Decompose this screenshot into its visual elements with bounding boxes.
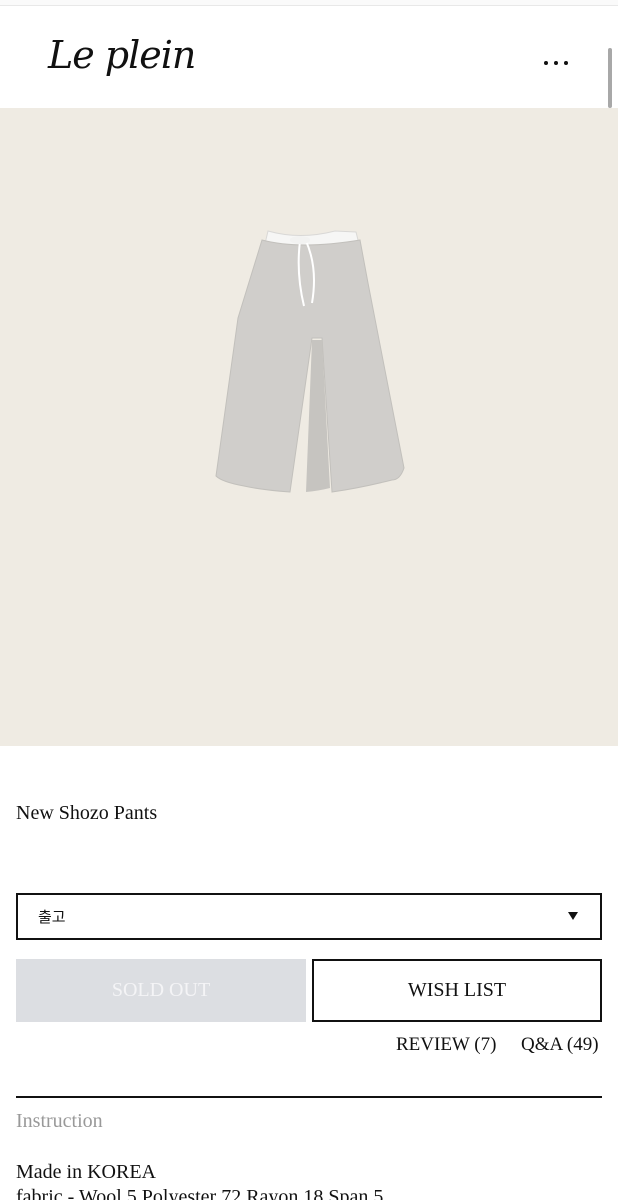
more-dots-icon	[544, 61, 548, 65]
pants-illustration	[215, 230, 405, 493]
product-image	[0, 108, 618, 746]
option-select-value: 출고	[38, 908, 66, 926]
chevron-down-icon	[568, 912, 578, 920]
status-bar-edge	[0, 0, 618, 6]
section-divider	[16, 1096, 602, 1098]
product-title: New Shozo Pants	[16, 802, 158, 824]
wish-list-button[interactable]: WISH LIST	[312, 959, 602, 1022]
option-select[interactable]: 출고	[16, 893, 602, 940]
scrollbar[interactable]	[608, 48, 612, 108]
fabric-text: fabric - Wool 5 Polyester 72 Rayon 18 Sp…	[16, 1186, 384, 1200]
sold-out-button: SOLD OUT	[16, 959, 306, 1022]
review-link[interactable]: REVIEW (7)	[396, 1034, 496, 1056]
brand-logo[interactable]: Le plein	[48, 33, 196, 77]
more-menu-button[interactable]	[536, 55, 576, 71]
qa-link[interactable]: Q&A (49)	[521, 1034, 599, 1056]
made-in-text: Made in KOREA	[16, 1161, 156, 1183]
instruction-tab[interactable]: Instruction	[16, 1110, 103, 1133]
site-header: Le plein	[0, 7, 618, 108]
